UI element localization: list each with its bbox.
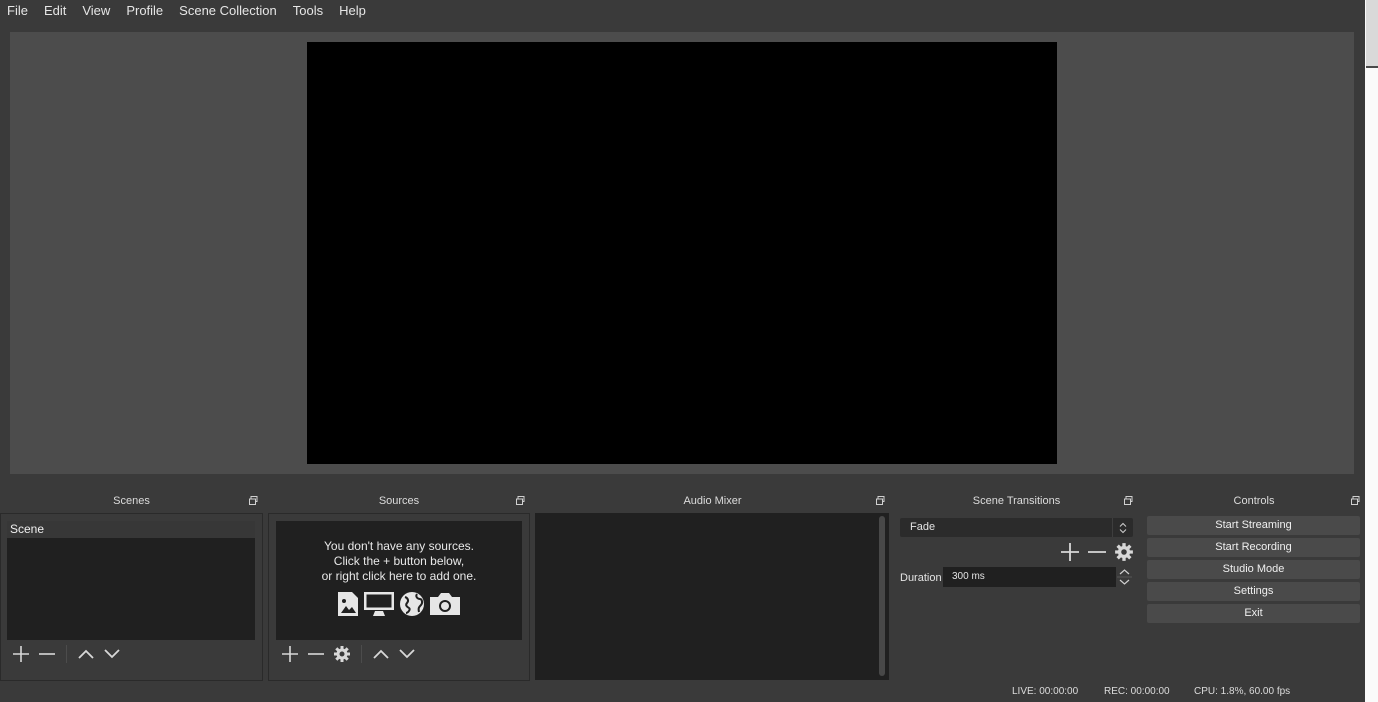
audio-mixer-dock-title: Audio Mixer	[535, 489, 890, 513]
scenes-dock: Scenes Scene	[0, 489, 263, 681]
transition-select[interactable]: Fade	[900, 518, 1133, 537]
settings-button[interactable]: Settings	[1147, 582, 1360, 601]
source-type-icons	[276, 591, 522, 622]
add-transition-button[interactable]	[1058, 541, 1082, 563]
globe-icon	[399, 591, 425, 622]
add-source-button[interactable]	[277, 643, 303, 665]
obs-main-window: File Edit View Profile Scene Collection …	[0, 0, 1365, 702]
gear-icon	[1115, 543, 1133, 561]
remove-scene-button[interactable]	[34, 643, 60, 665]
menu-file[interactable]: File	[0, 0, 36, 22]
add-scene-button[interactable]	[8, 643, 34, 665]
scenes-list[interactable]: Scene	[7, 521, 255, 640]
updown-arrows-icon	[1112, 518, 1133, 537]
toolbar-separator	[66, 645, 67, 663]
studio-mode-button[interactable]: Studio Mode	[1147, 560, 1360, 579]
scrollbar-marker	[1366, 66, 1378, 68]
preview-canvas[interactable]	[307, 42, 1057, 464]
controls-dock: Controls Start Streaming Start Recording…	[1143, 489, 1365, 680]
move-scene-up-button[interactable]	[73, 643, 99, 665]
chevron-down-icon	[104, 649, 120, 659]
chevron-up-icon	[78, 649, 94, 659]
transition-select-value: Fade	[910, 521, 936, 533]
start-recording-button[interactable]: Start Recording	[1147, 538, 1360, 557]
mixer-scrollbar[interactable]	[879, 516, 885, 676]
move-source-up-button[interactable]	[368, 643, 394, 665]
empty-line: You don't have any sources.	[324, 539, 474, 553]
live-time: LIVE: 00:00:00	[1012, 686, 1079, 697]
list-item[interactable]: Scene	[7, 521, 255, 538]
duration-label: Duration	[900, 572, 942, 584]
duration-value: 300 ms	[952, 571, 985, 582]
camera-icon	[429, 591, 461, 622]
monitor-icon	[363, 591, 395, 622]
transition-properties-button[interactable]	[1112, 541, 1136, 563]
toolbar-separator	[361, 645, 362, 663]
menu-profile[interactable]: Profile	[118, 0, 171, 22]
scene-transitions-title-label: Scene Transitions	[972, 495, 1061, 507]
preview-area[interactable]	[10, 32, 1354, 474]
audio-mixer-title-label: Audio Mixer	[683, 495, 742, 507]
scrollbar-thumb[interactable]	[1366, 0, 1378, 66]
scenes-toolbar	[8, 643, 125, 665]
menu-help[interactable]: Help	[331, 0, 374, 22]
duration-field[interactable]: 300 ms	[943, 567, 1116, 587]
float-dock-icon[interactable]	[249, 496, 258, 505]
minus-icon	[308, 653, 324, 655]
controls-dock-title: Controls	[1143, 489, 1365, 513]
move-scene-down-button[interactable]	[99, 643, 125, 665]
controls-title-label: Controls	[1233, 495, 1275, 507]
start-streaming-button[interactable]: Start Streaming	[1147, 516, 1360, 535]
image-icon	[337, 591, 359, 622]
remove-source-button[interactable]	[303, 643, 329, 665]
empty-line: or right click here to add one.	[321, 569, 477, 583]
duration-stepper[interactable]	[1117, 567, 1132, 587]
gear-icon	[334, 646, 350, 662]
status-bar: LIVE: 00:00:00 REC: 00:00:00 CPU: 1.8%, …	[0, 686, 1365, 700]
sources-dock-title: Sources	[268, 489, 530, 513]
menu-edit[interactable]: Edit	[36, 0, 74, 22]
menu-scene-collection[interactable]: Scene Collection	[171, 0, 285, 22]
float-dock-icon[interactable]	[876, 496, 885, 505]
scene-transitions-dock-title: Scene Transitions	[895, 489, 1138, 513]
scenes-title-label: Scenes	[113, 495, 150, 507]
remove-transition-button[interactable]	[1085, 541, 1109, 563]
float-dock-icon[interactable]	[516, 496, 525, 505]
empty-line: Click the + button below,	[333, 554, 465, 568]
audio-mixer-dock: Audio Mixer	[535, 489, 890, 680]
float-dock-icon[interactable]	[1351, 496, 1360, 505]
float-dock-icon[interactable]	[1124, 496, 1133, 505]
move-source-down-button[interactable]	[394, 643, 420, 665]
window-edge	[1365, 0, 1378, 702]
plus-icon	[282, 646, 298, 662]
plus-icon	[1061, 543, 1079, 561]
sources-empty-message: You don't have any sources. Click the + …	[276, 539, 522, 584]
menu-bar: File Edit View Profile Scene Collection …	[0, 0, 1365, 22]
sources-dock: Sources You don't have any sources. Clic…	[268, 489, 530, 681]
minus-icon	[1088, 551, 1106, 553]
sources-toolbar	[277, 643, 420, 665]
scene-transitions-dock: Scene Transitions Fade Duration 300 ms	[895, 489, 1138, 680]
menu-view[interactable]: View	[74, 0, 118, 22]
source-properties-button[interactable]	[329, 643, 355, 665]
cpu-usage: CPU: 1.8%, 60.00 fps	[1194, 686, 1291, 697]
transition-toolbar	[1058, 541, 1136, 563]
rec-time: REC: 00:00:00	[1104, 686, 1170, 697]
minus-icon	[39, 653, 55, 655]
audio-mixer-panel[interactable]	[535, 513, 889, 680]
exit-button[interactable]: Exit	[1147, 604, 1360, 623]
plus-icon	[13, 646, 29, 662]
chevron-down-icon	[399, 649, 415, 659]
sources-title-label: Sources	[378, 495, 420, 507]
menu-tools[interactable]: Tools	[285, 0, 331, 22]
chevron-up-icon	[373, 649, 389, 659]
scenes-dock-title: Scenes	[0, 489, 263, 513]
sources-list[interactable]: You don't have any sources. Click the + …	[276, 521, 522, 640]
